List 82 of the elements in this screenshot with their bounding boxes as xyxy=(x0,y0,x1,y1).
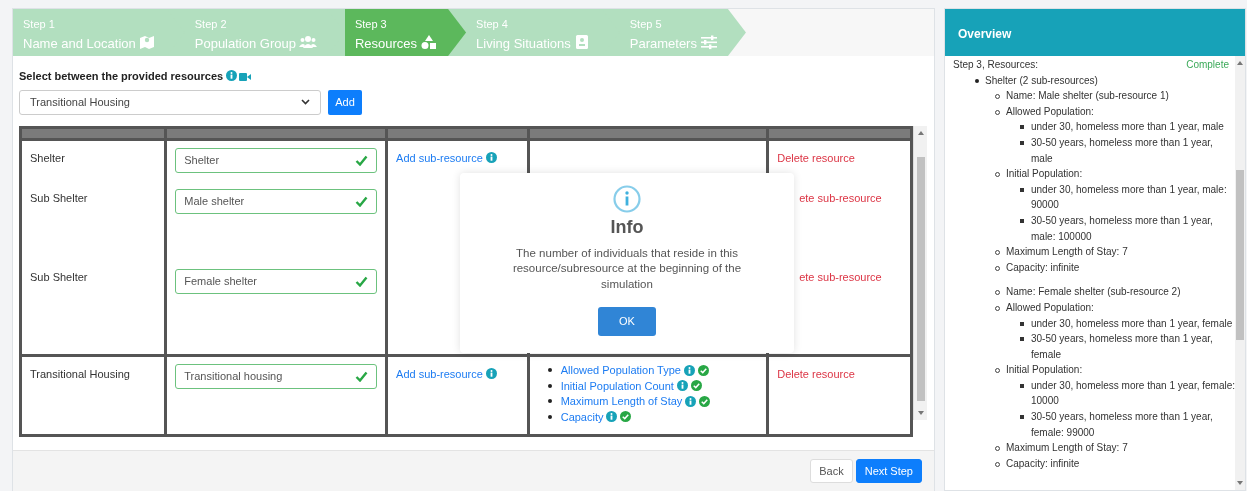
add-sub-resource-link[interactable]: Add sub-resource xyxy=(396,146,483,166)
bullet-icon xyxy=(1020,415,1024,420)
bullet-icon xyxy=(1020,337,1024,342)
video-camera-icon xyxy=(239,72,252,83)
info-icon xyxy=(226,70,238,81)
overview-item: under 30, homeless more than 1 year, male xyxy=(1031,120,1224,135)
bullet-icon xyxy=(1020,321,1024,326)
ok-button[interactable]: OK xyxy=(598,307,656,336)
check-icon xyxy=(355,195,369,207)
scrollbar[interactable] xyxy=(913,125,927,420)
scrollbar[interactable] xyxy=(1235,56,1245,490)
check-icon xyxy=(355,275,369,287)
dialog-message: The number of individuals that reside in this resource/subresource at the beginning of the simulation xyxy=(511,245,743,292)
overview-item: under 30, homeless more than 1 year, male: 90000 xyxy=(1031,182,1228,213)
back-button[interactable]: Back xyxy=(810,459,853,483)
bullet-icon xyxy=(547,399,552,404)
bullet-icon xyxy=(1020,187,1024,192)
bullet-icon xyxy=(547,414,552,419)
overview-item: Name: Female shelter (sub-resource 2) xyxy=(1006,285,1181,300)
delete-sub-resource-link[interactable]: ete sub-resource xyxy=(799,265,882,285)
chevron-down-icon xyxy=(301,99,310,105)
resource-name: Transitional Housing xyxy=(30,366,130,382)
overview-item: Allowed Population: xyxy=(1006,104,1094,119)
overview-item: 30-50 years, homeless more than 1 year, female: 99000 xyxy=(1031,410,1214,440)
info-icon xyxy=(683,364,695,376)
overview-item: Initial Population: xyxy=(1006,363,1083,378)
add-sub-resource-link[interactable]: Add sub-resource xyxy=(396,362,483,382)
text-field[interactable]: Shelter xyxy=(175,147,378,173)
delete-resource-link[interactable]: Delete resource xyxy=(777,362,855,382)
text-field[interactable]: Transitional housing xyxy=(175,363,378,389)
bullet-icon xyxy=(547,383,552,388)
panel-header: Overview xyxy=(945,9,1245,56)
delete-resource-link[interactable]: Delete resource xyxy=(777,146,855,166)
next-step-button[interactable]: Next Step xyxy=(855,459,922,483)
check-icon xyxy=(355,154,369,166)
bullet-icon xyxy=(547,368,552,373)
bullet-icon xyxy=(1020,140,1024,145)
parameter-link[interactable]: Capacity xyxy=(560,408,604,425)
overview-item: under 30, homeless more than 1 year, female: 10000 xyxy=(1031,378,1235,409)
bullet-icon xyxy=(1020,218,1024,223)
resource-dropdown[interactable]: Transitional Housing xyxy=(19,89,321,115)
info-icon xyxy=(485,151,497,163)
parameter-link[interactable]: Allowed Population Type xyxy=(560,362,681,379)
bullet-icon xyxy=(1020,125,1024,130)
section-heading: Step 3, Resources: xyxy=(953,58,1039,72)
sub-resource-name: Sub Shelter xyxy=(30,269,88,285)
add-button[interactable]: Add xyxy=(328,89,362,115)
overview-item: Initial Population: xyxy=(1006,167,1083,182)
overview-item: Maximum Length of Stay: 7 xyxy=(1006,441,1128,456)
dialog-title: Info xyxy=(610,215,644,239)
resource-name: Shelter xyxy=(30,150,65,166)
delete-sub-resource-link[interactable]: ete sub-resource xyxy=(799,186,882,206)
check-icon xyxy=(355,370,369,382)
overview-item: Capacity: infinite xyxy=(1006,260,1080,275)
info-icon xyxy=(685,395,697,407)
parameter-link[interactable]: Maximum Length of Stay xyxy=(560,393,683,410)
text-field[interactable]: Female shelter xyxy=(175,268,378,294)
info-icon xyxy=(606,411,618,423)
status-text: Complete xyxy=(1186,58,1229,72)
map-icon xyxy=(138,34,157,50)
overview-item: Shelter (2 sub-resources) xyxy=(985,73,1098,88)
overview-item: Allowed Population: xyxy=(1006,300,1094,315)
info-icon xyxy=(485,367,497,379)
overview-item: under 30, homeless more than 1 year, female xyxy=(1031,316,1233,331)
field-label: Select between the provided resources xyxy=(19,70,224,82)
parameter-link[interactable]: Initial Population Count xyxy=(560,377,674,394)
overview-item: 30-50 years, homeless more than 1 year, male: 100000 xyxy=(1031,213,1214,244)
overview-item: Name: Male shelter (sub-resource 1) xyxy=(1006,89,1169,104)
text-field[interactable]: Male shelter xyxy=(175,188,378,214)
users-icon xyxy=(298,34,317,50)
sliders-icon xyxy=(699,34,718,50)
overview-item: 30-50 years, homeless more than 1 year, female xyxy=(1031,332,1214,362)
overview-item: Capacity: infinite xyxy=(1006,456,1080,471)
overview-item: Maximum Length of Stay: 7 xyxy=(1006,245,1128,260)
shapes-icon xyxy=(420,34,439,50)
bullet-icon xyxy=(1020,383,1024,388)
info-icon xyxy=(676,380,688,392)
overview-item: 30-50 years, homeless more than 1 year, male xyxy=(1031,135,1214,166)
bullet-icon xyxy=(975,78,979,83)
info-icon xyxy=(613,184,641,213)
sub-resource-name: Sub Shelter xyxy=(30,190,88,206)
step-tab[interactable]: Step 3 Resources xyxy=(344,9,467,56)
